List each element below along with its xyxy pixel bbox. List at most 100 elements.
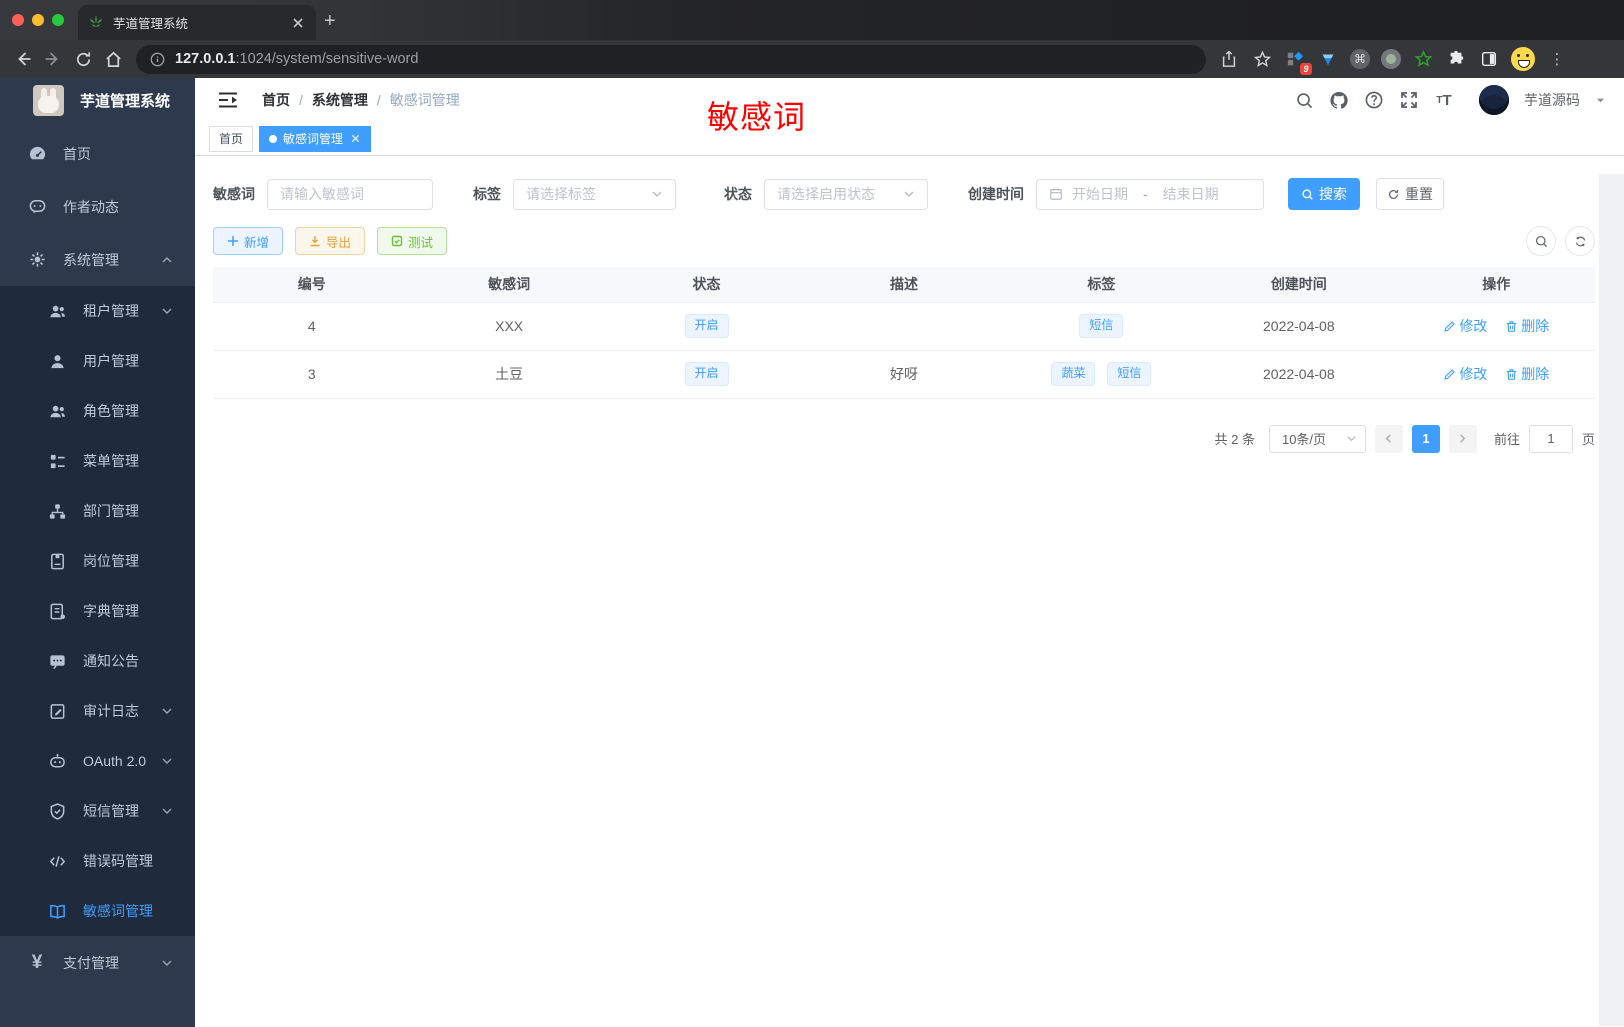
user-caret-icon[interactable] (1595, 95, 1606, 106)
user-icon (47, 351, 67, 371)
keyword-input[interactable]: 请输入敏感词 (267, 178, 433, 210)
back-button[interactable] (8, 49, 38, 69)
sidebar-logo-row[interactable]: 芋道管理系统 (0, 78, 195, 122)
col-desc: 描述 (805, 267, 1003, 302)
table-search-toggle-icon[interactable] (1526, 226, 1556, 256)
devtools-gem-extension-icon[interactable] (1317, 48, 1339, 70)
status-select[interactable]: 请选择启用状态 (764, 178, 928, 210)
sidebar-item-notice[interactable]: 通知公告 (0, 636, 195, 686)
sidebar-item-tenant[interactable]: 租户管理 (0, 286, 195, 336)
tag-sensitive-word[interactable]: 敏感词管理 (259, 125, 372, 152)
fullscreen-icon[interactable] (1399, 90, 1419, 110)
status-label: 状态 (724, 186, 752, 202)
next-page-button[interactable] (1448, 424, 1477, 453)
app-logo (33, 84, 64, 116)
sidebar-item-sensitive-word[interactable]: 敏感词管理 (0, 886, 195, 936)
chevron-down-icon (161, 957, 173, 969)
comment-icon (47, 651, 67, 671)
menu-tree-icon (47, 451, 67, 471)
forward-button[interactable] (38, 49, 68, 69)
breadcrumb-home[interactable]: 首页 (262, 90, 290, 110)
split-view-extension-icon[interactable] (1478, 48, 1500, 70)
chrome-menu-icon[interactable]: ⋮ (1546, 48, 1568, 70)
help-icon[interactable] (1364, 90, 1384, 110)
sidebar-item-oauth[interactable]: OAuth 2.0 (0, 736, 195, 786)
search-icon[interactable] (1294, 90, 1314, 110)
window-controls[interactable] (12, 14, 64, 26)
shield-check-icon (47, 801, 67, 821)
add-button[interactable]: 新增 (213, 227, 284, 255)
sidebar-item-home[interactable]: 首页 (0, 127, 195, 180)
tag-select[interactable]: 请选择标签 (513, 178, 676, 210)
edit-button[interactable]: 修改 (1443, 364, 1487, 384)
current-page-button[interactable]: 1 (1411, 424, 1440, 453)
zoom-window-button[interactable] (52, 14, 64, 26)
close-window-button[interactable] (12, 14, 24, 26)
gear-icon (27, 250, 47, 270)
status-badge[interactable]: 开启 (684, 362, 729, 386)
sidebar-item-sms[interactable]: 短信管理 (0, 786, 195, 836)
sidebar-item-system[interactable]: 系统管理 (0, 233, 195, 286)
bookmark-star-icon[interactable] (1251, 48, 1273, 70)
test-button[interactable]: 测试 (377, 227, 448, 255)
tag-home[interactable]: 首页 (209, 125, 254, 152)
tab-favicon-icon (88, 15, 104, 31)
search-button[interactable]: 搜索 (1288, 178, 1360, 210)
tags-view-bar: 首页 敏感词管理 (195, 122, 1624, 156)
robot-icon (47, 751, 67, 771)
sidebar: 芋道管理系统 首页 作者动态 系统管理 租户管理 用户管理 角色管理 菜单管理 … (0, 78, 195, 1027)
prev-page-button[interactable] (1374, 424, 1403, 453)
minimize-window-button[interactable] (32, 14, 44, 26)
profile-avatar[interactable] (1511, 47, 1535, 71)
sidebar-item-pay[interactable]: ¥ 支付管理 (0, 936, 195, 989)
browser-tab[interactable]: 芋道管理系统 (78, 5, 316, 40)
site-info-icon[interactable] (150, 52, 165, 67)
reset-button[interactable]: 重置 (1376, 178, 1444, 210)
sidebar-submenu-system: 租户管理 用户管理 角色管理 菜单管理 部门管理 岗位管理 字典管理 通知公告 … (0, 286, 195, 936)
table-refresh-icon[interactable] (1565, 226, 1595, 256)
green-star-extension-icon[interactable] (1412, 48, 1434, 70)
sidebar-item-post[interactable]: 岗位管理 (0, 536, 195, 586)
status-badge[interactable]: 开启 (684, 314, 729, 338)
user-name[interactable]: 芋道源码 (1524, 90, 1580, 110)
share-icon[interactable] (1218, 48, 1240, 70)
edit-button[interactable]: 修改 (1443, 316, 1487, 336)
app-navbar: 首页 / 系统管理 / 敏感词管理 TT 芋道源码 (195, 78, 1624, 122)
sidebar-item-dict[interactable]: 字典管理 (0, 586, 195, 636)
collapse-sidebar-icon[interactable] (218, 91, 238, 109)
home-button[interactable] (98, 50, 128, 69)
github-icon[interactable] (1329, 90, 1349, 110)
sidebar-item-menu[interactable]: 菜单管理 (0, 436, 195, 486)
user-avatar[interactable] (1479, 85, 1509, 115)
sidebar-item-author-news[interactable]: 作者动态 (0, 180, 195, 233)
url-bar[interactable]: 127.0.0.1:1024/system/sensitive-word (136, 44, 1206, 74)
font-size-icon[interactable]: TT (1434, 90, 1454, 110)
chevron-down-icon (651, 188, 663, 200)
chevron-up-icon (161, 254, 173, 266)
recorder-extension-icon[interactable] (1381, 49, 1401, 69)
sidebar-item-dept[interactable]: 部门管理 (0, 486, 195, 536)
reload-button[interactable] (68, 50, 98, 69)
chat-icon (27, 197, 47, 217)
delete-button[interactable]: 删除 (1505, 364, 1549, 384)
breadcrumb: 首页 / 系统管理 / 敏感词管理 (262, 90, 460, 110)
tab-close-icon[interactable] (290, 15, 306, 31)
goto-page-input[interactable] (1528, 424, 1573, 453)
tag-assistant-extension-icon[interactable]: 9 (1284, 48, 1312, 75)
close-icon[interactable] (350, 133, 361, 144)
command-extension-icon[interactable]: ⌘ (1350, 49, 1370, 69)
sidebar-item-audit-log[interactable]: 审计日志 (0, 686, 195, 736)
col-status: 状态 (607, 267, 806, 302)
breadcrumb-system[interactable]: 系统管理 (312, 90, 368, 110)
export-button[interactable]: 导出 (295, 227, 366, 255)
delete-button[interactable]: 删除 (1505, 316, 1549, 336)
sidebar-item-errcode[interactable]: 错误码管理 (0, 836, 195, 886)
sidebar-item-user[interactable]: 用户管理 (0, 336, 195, 386)
page-size-select[interactable]: 10条/页 (1268, 424, 1366, 453)
extensions-puzzle-icon[interactable] (1445, 48, 1467, 70)
new-tab-button[interactable]: + (324, 8, 336, 34)
sidebar-item-role[interactable]: 角色管理 (0, 386, 195, 436)
red-annotation-text: 敏感词 (707, 99, 807, 135)
date-range-picker[interactable]: 开始日期 - 结束日期 (1036, 178, 1264, 210)
page-content: 敏感词 请输入敏感词 标签 请选择标签 状态 请选择启用状态 创建时间 开始日期 (195, 156, 1624, 1026)
